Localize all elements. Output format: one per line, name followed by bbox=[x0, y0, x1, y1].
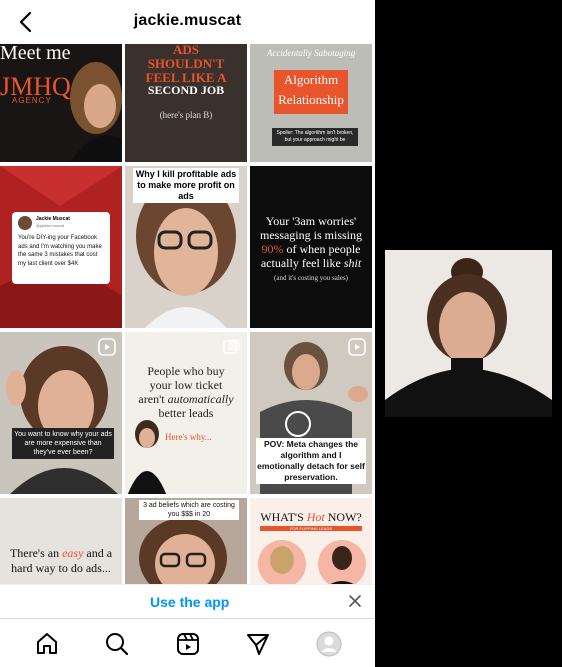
video-frame bbox=[385, 250, 552, 417]
avatar bbox=[18, 216, 32, 230]
post-text: AGENCY bbox=[12, 96, 52, 105]
post-tile[interactable]: WHAT'S Hot NOW? FOR FLIPPING LEADS bbox=[250, 498, 372, 584]
post-caption: Why I kill profitable ads to make more p… bbox=[133, 168, 239, 203]
post-text: FOR FLIPPING LEADS bbox=[260, 526, 362, 531]
post-tile[interactable]: You want to know why your ads are more e… bbox=[0, 332, 122, 494]
bottom-nav bbox=[0, 618, 375, 667]
profile-icon[interactable] bbox=[316, 631, 342, 657]
post-text: Hot bbox=[306, 510, 325, 524]
post-text: SECOND JOB bbox=[147, 83, 225, 97]
post-text: actually feel like bbox=[260, 256, 344, 270]
reel-icon bbox=[348, 338, 366, 356]
post-text: There's an bbox=[9, 546, 63, 560]
post-text-line: actually feel like shit bbox=[250, 256, 372, 271]
post-text: hard way to do ads... bbox=[11, 561, 111, 575]
post-text: aren't bbox=[138, 392, 168, 406]
post-text-line: WHAT'S Hot NOW? bbox=[250, 510, 372, 525]
post-photo bbox=[127, 420, 167, 494]
post-text: automatically bbox=[167, 392, 234, 406]
post-text: Here's why... bbox=[165, 432, 212, 442]
post-tile[interactable]: 3 ad beliefs which are costing you $$$ i… bbox=[125, 498, 247, 584]
post-text: Meet me bbox=[0, 44, 71, 64]
post-tile[interactable]: Accidentally Sabotaging Algorithm Relati… bbox=[250, 44, 372, 162]
post-text: NOW? bbox=[324, 510, 362, 524]
post-photo bbox=[258, 540, 366, 584]
post-text: Relationship bbox=[278, 92, 344, 107]
post-tile[interactable]: Jackie Muscat @jackie.muscat You're DIY-… bbox=[0, 166, 122, 328]
floating-video-overlay[interactable] bbox=[385, 250, 552, 417]
post-text: messaging is missing bbox=[259, 228, 362, 242]
post-tile[interactable]: There's an easy and a hard way to do ads… bbox=[0, 498, 122, 584]
post-tile[interactable]: People who buy your low ticket aren't au… bbox=[125, 332, 247, 494]
post-text: Spoiler: The algorithm isn't broken, but… bbox=[272, 128, 358, 146]
post-text: Algorithm bbox=[283, 72, 339, 87]
tweet-body: You're DIY-ing your Facebook ads and I'm… bbox=[18, 235, 102, 267]
post-text: (here's plan B) bbox=[159, 110, 213, 120]
tweet-handle: @jackie.muscat bbox=[36, 223, 65, 228]
post-text: Your '3am worries' bbox=[265, 214, 357, 228]
post-tile[interactable]: Your '3am worries' messaging is missing … bbox=[250, 166, 372, 328]
post-text-line: There's an easy and a bbox=[0, 546, 122, 561]
post-text-line: 90% of when people bbox=[250, 242, 372, 257]
post-text: Accidentally Sabotaging bbox=[266, 48, 356, 58]
tweet-card: Jackie Muscat @jackie.muscat You're DIY-… bbox=[12, 212, 110, 284]
reel-icon bbox=[98, 338, 116, 356]
home-icon[interactable] bbox=[34, 631, 60, 657]
direct-icon[interactable] bbox=[245, 631, 271, 657]
post-text: shit bbox=[343, 256, 362, 270]
search-icon[interactable] bbox=[104, 631, 130, 657]
post-tile[interactable]: ADS SHOULDN'T FEEL LIKE A SECOND JOB (he… bbox=[125, 44, 247, 162]
use-app-link[interactable]: Use the app bbox=[150, 594, 229, 610]
post-text: and a bbox=[83, 546, 113, 560]
post-caption: You want to know why your ads are more e… bbox=[12, 428, 114, 459]
tweet-author: Jackie Muscat bbox=[36, 216, 70, 222]
reels-icon[interactable] bbox=[175, 631, 201, 657]
instagram-profile-page: jackie.muscat Meet me JMHQ AGENCY ADS SH… bbox=[0, 0, 375, 667]
post-tile[interactable]: POV: Meta changes the algorithm and I em… bbox=[250, 332, 372, 494]
post-text: People who buy bbox=[147, 364, 225, 378]
post-text: your low ticket bbox=[149, 378, 223, 392]
post-tile[interactable]: Why I kill profitable ads to make more p… bbox=[125, 166, 247, 328]
post-text-line: aren't automatically bbox=[125, 392, 247, 407]
highlight-percent: 90% bbox=[261, 242, 284, 256]
post-photo bbox=[6, 346, 118, 494]
close-icon[interactable] bbox=[347, 593, 363, 609]
reel-icon bbox=[223, 339, 240, 354]
post-text: WHAT'S bbox=[260, 510, 307, 524]
profile-username: jackie.muscat bbox=[133, 12, 242, 29]
post-text: (and it's costing you sales) bbox=[274, 274, 348, 282]
post-text: easy bbox=[62, 546, 84, 560]
top-bar: jackie.muscat bbox=[0, 0, 375, 44]
posts-grid: Meet me JMHQ AGENCY ADS SHOULDN'T FEEL L… bbox=[0, 44, 375, 584]
post-text: of when people bbox=[283, 242, 361, 256]
post-caption: 3 ad beliefs which are costing you $$$ i… bbox=[139, 500, 239, 520]
post-caption: POV: Meta changes the algorithm and I em… bbox=[256, 438, 366, 484]
post-tile[interactable]: Meet me JMHQ AGENCY bbox=[0, 44, 122, 162]
use-app-banner: Use the app bbox=[0, 584, 375, 619]
